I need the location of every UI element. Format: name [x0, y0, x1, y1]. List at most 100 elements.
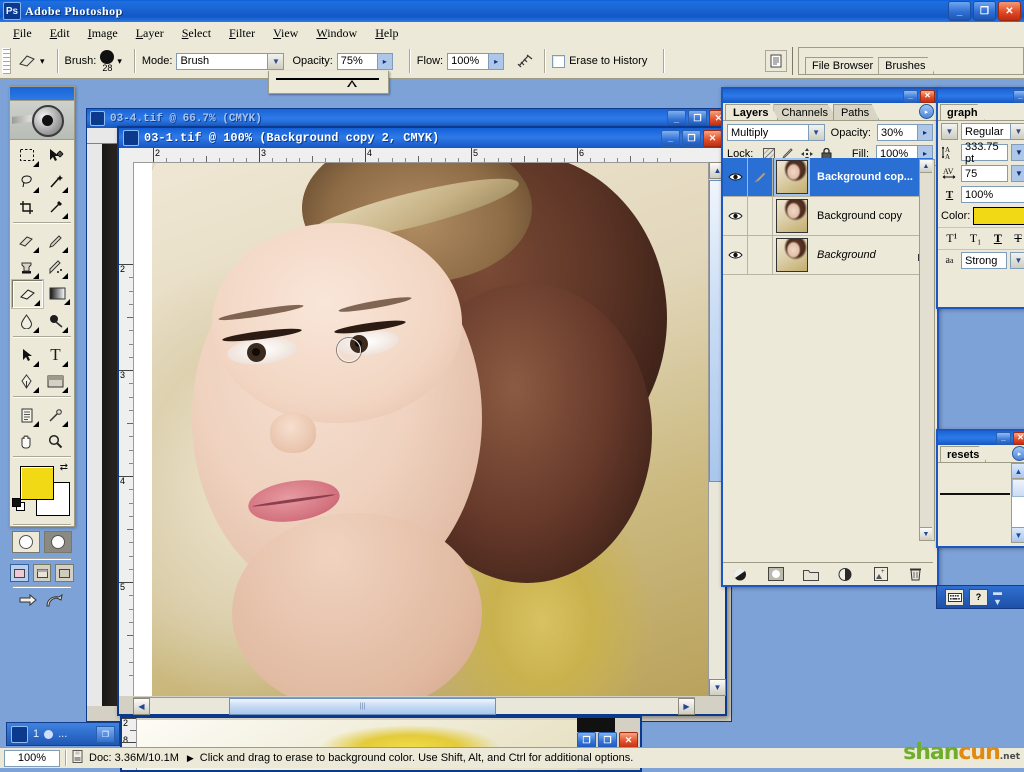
- magic-wand-tool[interactable]: [41, 168, 70, 194]
- presets-close-button[interactable]: ✕: [1013, 431, 1024, 445]
- blend-mode-dropdown-arrow[interactable]: ▼: [808, 124, 825, 141]
- delete-layer-icon[interactable]: [906, 566, 926, 583]
- layer-name[interactable]: Background copy: [811, 210, 913, 222]
- superscript-icon[interactable]: T¹: [946, 231, 957, 246]
- layer-thumbnail[interactable]: [776, 199, 808, 233]
- tab-layers[interactable]: Layers: [725, 104, 779, 120]
- floating-help-widget[interactable]: ? ▬ ▼: [936, 585, 1024, 609]
- palette-well-icon[interactable]: [765, 50, 787, 72]
- subscript-icon[interactable]: T₁: [970, 231, 982, 246]
- vertical-scale-value[interactable]: 100%: [961, 186, 1024, 203]
- menu-filter[interactable]: Filter: [220, 24, 264, 43]
- shape-tool[interactable]: [41, 368, 70, 394]
- help-icon[interactable]: ?: [969, 588, 988, 606]
- menu-help[interactable]: Help: [366, 24, 407, 43]
- opacity-input[interactable]: 75%: [336, 52, 378, 70]
- font-style-dropdown-arrow[interactable]: ▼: [1011, 123, 1024, 140]
- presets-list[interactable]: [940, 463, 1010, 539]
- doc-minimize-button[interactable]: _: [661, 129, 680, 147]
- anti-alias-dropdown-arrow[interactable]: ▼: [1010, 252, 1024, 269]
- hand-tool[interactable]: [12, 428, 41, 454]
- leading-dropdown-arrow[interactable]: ▼: [1011, 144, 1024, 161]
- menu-window[interactable]: Window: [307, 24, 366, 43]
- full-screen-menubar-mode[interactable]: [32, 564, 52, 582]
- photo-image[interactable]: [152, 163, 709, 696]
- dock-tab-brushes[interactable]: Brushes: [878, 57, 935, 74]
- blend-mode-value[interactable]: Multiply: [727, 124, 809, 141]
- restore-button[interactable]: ❐: [973, 1, 996, 21]
- foreground-color-swatch[interactable]: [20, 466, 54, 500]
- layers-minimize-button[interactable]: _: [903, 89, 918, 103]
- new-group-icon[interactable]: [801, 566, 821, 583]
- layer-link-cell[interactable]: [748, 236, 773, 274]
- down-arrow-icon[interactable]: ▬ ▼: [993, 587, 1002, 607]
- layer-thumbnail[interactable]: [776, 238, 808, 272]
- layer-thumbnail[interactable]: [774, 158, 810, 196]
- active-doc-title-bar[interactable]: 03-1.tif @ 100% (Background copy 2, CMYK…: [119, 128, 725, 148]
- tab-paths[interactable]: Paths: [832, 104, 880, 120]
- table-row[interactable]: Background cop...: [723, 158, 933, 197]
- table-row[interactable]: Background: [723, 236, 933, 275]
- canvas-horizontal-scrollbar[interactable]: ◀ ||| ▶: [133, 697, 695, 715]
- layer-brush-indicator[interactable]: [748, 158, 773, 196]
- eraser-icon[interactable]: [14, 49, 40, 73]
- notes-tool[interactable]: [12, 402, 41, 428]
- table-row[interactable]: Background copy: [723, 197, 933, 236]
- layer-thumbnail-cell[interactable]: [773, 158, 811, 196]
- lasso-tool[interactable]: [12, 168, 41, 194]
- strikethrough-icon[interactable]: T: [1014, 231, 1021, 246]
- erase-to-history-checkbox[interactable]: Erase to History: [552, 54, 651, 68]
- menu-file[interactable]: File: [4, 24, 41, 43]
- standard-screen-mode[interactable]: [10, 564, 29, 582]
- history-brush-tool[interactable]: [41, 254, 70, 280]
- layers-palette-title-bar[interactable]: _ ✕: [723, 89, 937, 103]
- close-button[interactable]: ✕: [998, 1, 1021, 21]
- layers-scroll-up[interactable]: ▲: [920, 160, 932, 173]
- marquee-tool[interactable]: [12, 142, 41, 168]
- options-bar-grip[interactable]: [2, 48, 11, 74]
- font-family-dropdown-arrow[interactable]: ▼: [941, 123, 958, 140]
- menu-image[interactable]: Image: [79, 24, 127, 43]
- tracking-value[interactable]: 75: [961, 165, 1008, 182]
- layer-thumbnail-cell[interactable]: [773, 236, 811, 274]
- layer-name[interactable]: Background: [811, 249, 913, 261]
- tool-preset-dropdown[interactable]: ▾: [40, 56, 45, 67]
- menu-select[interactable]: Select: [173, 24, 220, 43]
- document-size-icon[interactable]: [72, 749, 84, 767]
- mode-dropdown-arrow[interactable]: ▼: [268, 52, 285, 70]
- layer-visibility-toggle[interactable]: [723, 236, 748, 274]
- path-selection-tool[interactable]: [12, 342, 41, 368]
- underline-icon[interactable]: T: [994, 231, 1002, 246]
- standard-mask-mode[interactable]: [12, 531, 40, 553]
- doc-close-button[interactable]: ✕: [703, 129, 722, 147]
- jump-to-imageready-icon[interactable]: [19, 593, 39, 612]
- font-style-value[interactable]: Regular: [961, 123, 1011, 140]
- layer-visibility-toggle[interactable]: [723, 158, 748, 196]
- tab-tool-presets[interactable]: resets: [940, 446, 987, 462]
- healing-brush-tool[interactable]: [12, 228, 41, 254]
- layers-list[interactable]: Background cop... Background copy Backgr…: [723, 158, 933, 540]
- tab-channels[interactable]: Channels: [773, 104, 838, 120]
- character-minimize-button[interactable]: _: [1013, 89, 1024, 103]
- palette-menu-icon[interactable]: ▸: [1012, 446, 1024, 461]
- layers-close-button[interactable]: ✕: [920, 89, 935, 103]
- flow-slider-arrow[interactable]: ▸: [489, 52, 505, 70]
- presets-minimize-button[interactable]: _: [996, 431, 1011, 445]
- toolbox-title-bar[interactable]: [10, 87, 74, 101]
- gradient-tool[interactable]: [43, 280, 72, 306]
- opacity-slider-track[interactable]: [276, 78, 379, 80]
- keyboard-icon[interactable]: [945, 588, 964, 606]
- pen-tool[interactable]: [12, 368, 41, 394]
- layer-mask-icon[interactable]: [766, 566, 786, 583]
- scroll-down-button[interactable]: ▼: [709, 679, 726, 696]
- dodge-tool[interactable]: [41, 308, 70, 334]
- leading-value[interactable]: 333.75 pt: [961, 141, 1008, 165]
- zoom-tool[interactable]: [41, 428, 70, 454]
- restore-icon[interactable]: ❐: [96, 725, 115, 743]
- scroll-right-button[interactable]: ▶: [678, 697, 695, 715]
- tracking-dropdown-arrow[interactable]: ▼: [1011, 165, 1024, 182]
- layer-thumbnail-cell[interactable]: [773, 197, 811, 235]
- presets-scroll-up[interactable]: ▲: [1012, 464, 1024, 479]
- eyedropper-tool[interactable]: [41, 402, 70, 428]
- adjustment-layer-icon[interactable]: [836, 566, 856, 583]
